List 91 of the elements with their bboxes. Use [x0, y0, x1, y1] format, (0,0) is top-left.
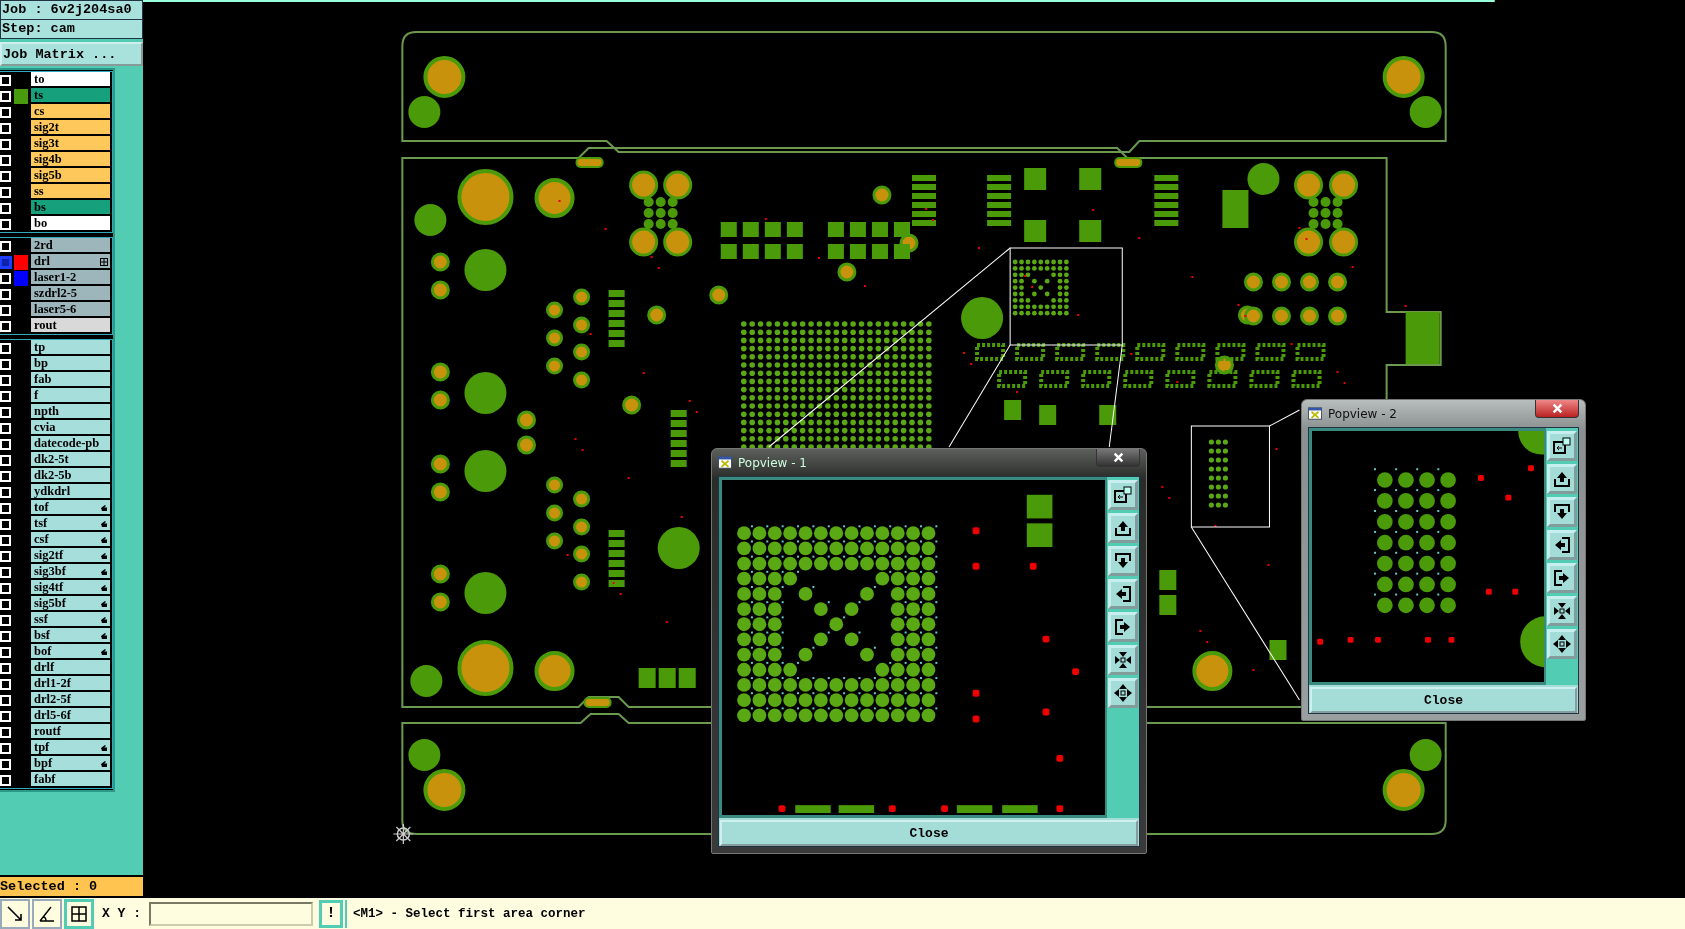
- layer-name[interactable]: f: [30, 388, 111, 403]
- layer-name[interactable]: drl1-2f: [30, 676, 111, 691]
- layer-name[interactable]: bof: [30, 644, 111, 659]
- left-arrow-button[interactable]: [1547, 530, 1577, 560]
- layer-name[interactable]: sig4tf: [30, 580, 111, 595]
- layer-name[interactable]: dk2-5t: [30, 452, 111, 467]
- layer-name[interactable]: fab: [30, 372, 111, 387]
- layer-name[interactable]: sig5b: [30, 168, 111, 183]
- layer-name[interactable]: sig4b: [30, 152, 111, 167]
- layer-name[interactable]: bo: [30, 216, 111, 231]
- status-message: <M1> - Select first area corner: [345, 899, 586, 928]
- layer-name[interactable]: tp: [30, 340, 111, 355]
- layer-name[interactable]: laser5-6: [30, 302, 111, 317]
- close-button[interactable]: [1535, 400, 1579, 418]
- close-icon: [1112, 452, 1124, 463]
- layer-name[interactable]: drl2-5f: [30, 692, 111, 707]
- layer-name[interactable]: datecode-pb: [30, 436, 111, 451]
- window-title: Popview - 1: [738, 455, 808, 470]
- arrows-inward-button[interactable]: [1547, 596, 1577, 626]
- left-arrow-button[interactable]: [1108, 579, 1138, 609]
- arrows-inward-icon: [1113, 650, 1133, 670]
- layer-name[interactable]: drl5-6f: [30, 708, 111, 723]
- layer-name[interactable]: 2rd: [30, 238, 111, 253]
- grid-icon: [69, 903, 89, 924]
- step-name: Step: cam: [1, 19, 142, 38]
- layer-name[interactable]: csf: [30, 532, 111, 547]
- close-button[interactable]: Close: [1310, 687, 1577, 713]
- layer-name[interactable]: sig5bf: [30, 596, 111, 611]
- layer-name[interactable]: szdrl2-5: [30, 286, 111, 301]
- job-matrix-button[interactable]: Job Matrix ...: [0, 42, 143, 66]
- window-icon: [1308, 407, 1322, 420]
- layer-name[interactable]: fabf: [30, 772, 111, 787]
- window-arrow-icon: [1113, 485, 1133, 505]
- layer-name[interactable]: sig3t: [30, 136, 111, 151]
- right-arrow-button[interactable]: [1108, 612, 1138, 642]
- angle-tool-button[interactable]: [32, 898, 62, 929]
- layer-name[interactable]: ts: [30, 88, 111, 103]
- down-arrow-button[interactable]: [1547, 497, 1577, 527]
- window-arrow-icon: [1552, 436, 1572, 456]
- arrows-outward-icon: [1552, 634, 1572, 654]
- layer-name[interactable]: drlf: [30, 660, 111, 675]
- window-arrow-button[interactable]: [1547, 431, 1577, 461]
- right-arrow-button[interactable]: [1547, 563, 1577, 593]
- up-arrow-button[interactable]: [1108, 513, 1138, 543]
- down-arrow-button[interactable]: [1108, 546, 1138, 576]
- layer-name[interactable]: sig2t: [30, 120, 111, 135]
- job-name: Job : 6v2j204sa0: [1, 1, 133, 19]
- window-arrow-button[interactable]: [1108, 480, 1138, 510]
- layer-name[interactable]: drl: [30, 254, 111, 269]
- layer-name[interactable]: tsf: [30, 516, 111, 531]
- selected-count: Selected : 0: [0, 875, 143, 896]
- coordinate-input-field[interactable]: [149, 901, 313, 926]
- layer-name[interactable]: tpf: [30, 740, 111, 755]
- layer-checkbox[interactable]: [0, 256, 11, 268]
- layer-name[interactable]: bsf: [30, 628, 111, 643]
- crosshair-icon: [392, 823, 414, 845]
- layer-name[interactable]: ydkdrl: [30, 484, 111, 499]
- up-arrow-button[interactable]: [1547, 464, 1577, 494]
- diagonal-arrow-icon: [5, 903, 25, 924]
- close-button[interactable]: [1096, 449, 1140, 467]
- layer-name[interactable]: bs: [30, 200, 111, 215]
- grid-tool-button[interactable]: [64, 898, 94, 929]
- layer-name[interactable]: sig2tf: [30, 548, 111, 563]
- window-icon: [718, 456, 732, 469]
- layer-name[interactable]: laser1-2: [30, 270, 111, 285]
- layer-name[interactable]: routf: [30, 724, 111, 739]
- coordinate-label: X Y :: [101, 906, 142, 921]
- close-icon: [1551, 403, 1563, 414]
- layer-name[interactable]: rout: [30, 318, 111, 333]
- layer-name[interactable]: dk2-5b: [30, 468, 111, 483]
- layer-name[interactable]: sig3bf: [30, 564, 111, 579]
- close-button[interactable]: Close: [720, 820, 1138, 846]
- layer-name[interactable]: tof: [30, 500, 111, 515]
- arrows-outward-button[interactable]: [1108, 678, 1138, 708]
- diagonal-arrow-tool-button[interactable]: [0, 898, 30, 929]
- layer-name[interactable]: bpf: [30, 756, 111, 771]
- layer-name[interactable]: to: [30, 72, 111, 87]
- arrows-outward-icon: [1113, 683, 1133, 703]
- arrows-inward-icon: [1552, 601, 1572, 621]
- window-title: Popview - 2: [1328, 406, 1398, 421]
- pad-pair-drawing: [1382, 739, 1442, 811]
- layer-name[interactable]: npth: [30, 404, 111, 419]
- layer-name[interactable]: ssf: [30, 612, 111, 627]
- pad-pair-drawing: [408, 739, 466, 811]
- layer-name[interactable]: bp: [30, 356, 111, 371]
- alert-button[interactable]: !: [319, 899, 343, 928]
- layer-name[interactable]: cs: [30, 104, 111, 119]
- arrows-inward-button[interactable]: [1108, 645, 1138, 675]
- layer-name[interactable]: cvia: [30, 420, 111, 435]
- layer-name[interactable]: ss: [30, 184, 111, 199]
- arrows-outward-button[interactable]: [1547, 629, 1577, 659]
